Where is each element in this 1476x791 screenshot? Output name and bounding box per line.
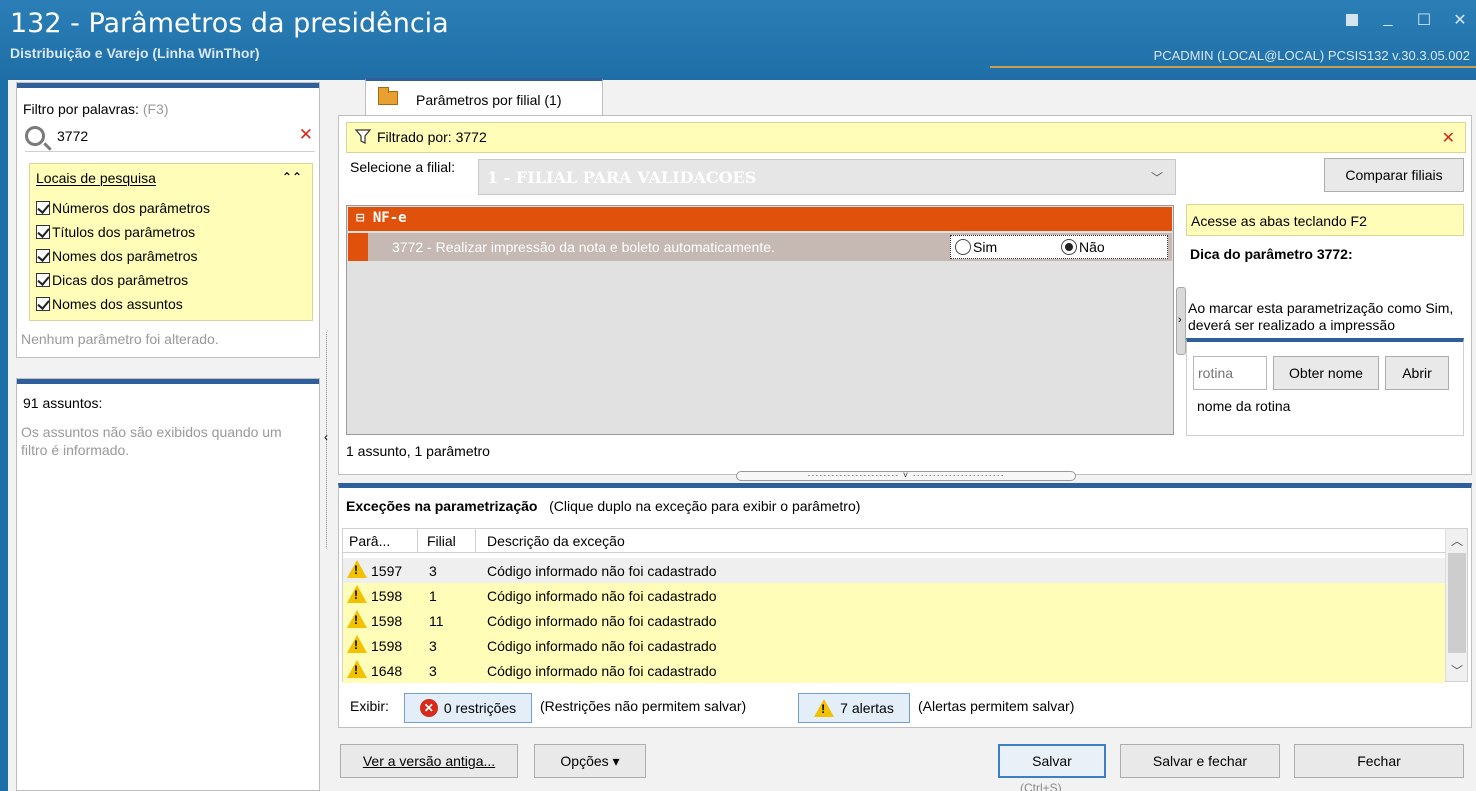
change-status: Nenhum parâmetro foi alterado. [21,331,219,347]
filter-shortcut: (F3) [142,101,169,117]
filial-value: 1 - FILIAL PARA VALIDACOES [487,168,757,187]
alertas-button[interactable]: ! 7 alertas [798,693,910,723]
filter-label: Filtro por palavras: [23,101,139,117]
table-row[interactable]: ! 1597 3 Código informado não foi cadast… [343,558,1445,583]
rotina-name: nome da rotina [1197,398,1291,414]
radio-nao[interactable]: Não [1061,239,1105,255]
versao-antiga-button[interactable]: Ver a versão antiga... [340,744,518,778]
exibir-label: Exibir: [350,698,389,714]
window-controls: _ ☐ ✕ [1344,10,1468,31]
parameter-text: 3772 - Realizar impressão da nota e bole… [392,239,775,255]
user-info: PCADMIN (LOCAL@LOCAL) PCSIS132 v.30.3.05… [1153,48,1470,63]
search-icon [25,126,45,146]
tip-text: Ao marcar esta parametrização como Sim, … [1188,300,1454,333]
exceptions-title: Exceções na parametrização [346,498,538,514]
checkbox-nomes[interactable]: Nomes dos parâmetros [36,248,198,264]
clear-filter-icon[interactable]: ✕ [1442,128,1455,148]
tip-hint-box: Acesse as abas teclando F2 [1186,204,1464,236]
rotina-box: Obter nome Abrir nome da rotina [1186,338,1464,436]
error-icon: ✕ [419,699,438,717]
column-param[interactable]: Parâ... [349,533,390,549]
restore-icon[interactable] [1344,10,1360,31]
search-row: ✕ [25,123,315,149]
alertas-note: (Alertas permitem salvar) [918,698,1075,714]
clear-search-icon[interactable]: ✕ [299,125,313,145]
salvar-button[interactable]: Salvar [998,744,1106,778]
obter-nome-button[interactable]: Obter nome [1273,356,1379,390]
filial-select[interactable]: 1 - FILIAL PARA VALIDACOES ﹀ [478,159,1176,195]
checkbox-icon [36,225,50,239]
minimize-icon[interactable]: _ [1380,10,1396,31]
chevron-down-icon: ﹀ [1150,171,1163,185]
scroll-up-icon[interactable]: ︿ [1451,532,1463,549]
exceptions-subtitle: (Clique duplo na exceção para exibir o p… [549,498,861,514]
left-edge [0,80,8,791]
group-header-nfe[interactable]: ⊟ NF-e [348,207,1172,231]
collapse-group-icon[interactable]: ⊟ [356,210,364,226]
abrir-button[interactable]: Abrir [1385,356,1449,390]
scroll-down-icon[interactable]: ﹀ [1451,662,1463,679]
subjects-count: 91 assuntos: [23,395,103,411]
checkbox-icon [36,297,50,311]
filter-panel: Filtro por palavras: (F3) ✕ Locais de pe… [16,82,320,358]
folder-icon [378,87,398,105]
group-name: NF-e [372,210,407,226]
subjects-message: Os assuntos não são exibidos quando um f… [21,424,282,458]
subjects-panel: 91 assuntos: Os assuntos não são exibido… [16,378,320,791]
rotina-input[interactable] [1193,356,1267,390]
tip-title: Dica do parâmetro 3772: [1190,246,1353,262]
exceptions-table: Parâ... Filial Descrição da exceção ! 15… [342,528,1468,683]
funnel-icon [355,129,371,144]
radio-selected-icon [1061,239,1077,255]
checkbox-icon [36,273,50,287]
column-descricao[interactable]: Descrição da exceção [487,533,625,549]
window-subtitle: Distribuição e Varejo (Linha WinThor) [10,45,260,61]
checkbox-dicas[interactable]: Dicas dos parâmetros [36,272,188,288]
table-row[interactable]: ! 1648 3 Código informado não foi cadast… [343,658,1445,683]
close-icon[interactable]: ✕ [1452,10,1468,31]
window-title: 132 - Parâmetros da presidência [10,8,449,39]
panel-splitter[interactable]: ‹ [322,330,334,550]
radio-icon [955,239,971,255]
count-status: 1 assunto, 1 parâmetro [346,443,490,459]
salvar-shortcut: (Ctrl+S) [1020,781,1062,791]
search-input[interactable] [55,127,285,145]
filter-text: Filtrado por: 3772 [377,129,487,145]
table-row[interactable]: ! 1598 3 Código informado não foi cadast… [343,633,1445,658]
warning-icon: ! [814,699,835,717]
parameter-options: Sim Não [950,235,1168,259]
collapse-left-icon[interactable]: ‹ [324,430,328,444]
checkbox-assuntos[interactable]: Nomes dos assuntos [36,296,183,312]
table-header: Parâ... Filial Descrição da exceção [343,529,1445,553]
filter-bar: Filtrado por: 3772 ✕ [346,122,1466,153]
table-scrollbar[interactable]: ︿ ﹀ [1445,529,1467,681]
tab-parametros-por-filial[interactable]: Parâmetros por filial (1) [365,78,603,116]
restricoes-button[interactable]: ✕ 0 restrições [404,693,532,723]
salvar-fechar-button[interactable]: Salvar e fechar [1120,744,1280,778]
scroll-thumb[interactable] [1448,553,1466,653]
table-row[interactable]: ! 1598 1 Código informado não foi cadast… [343,583,1445,608]
compare-filiais-button[interactable]: Comparar filiais [1324,158,1464,192]
checkbox-icon [36,201,50,215]
fechar-button[interactable]: Fechar [1294,744,1464,778]
collapse-icon[interactable]: ⌃⌃ [282,170,302,184]
search-locations-title[interactable]: Locais de pesquisa [36,170,156,186]
opcoes-button[interactable]: Opções ▾ [534,744,646,778]
checkbox-titulos[interactable]: Títulos dos parâmetros [36,224,195,240]
filial-label: Selecione a filial: [350,159,456,175]
checkbox-icon [36,249,50,263]
tip-panel-handle[interactable]: › [1176,287,1186,355]
checkbox-numeros[interactable]: Números dos parâmetros [36,200,210,216]
radio-sim[interactable]: Sim [955,239,997,255]
restricoes-note: (Restrições não permitem salvar) [540,698,747,714]
search-locations-box: Locais de pesquisa ⌃⌃ Números dos parâme… [29,163,313,321]
maximize-icon[interactable]: ☐ [1416,10,1432,31]
table-row[interactable]: ! 1598 11 Código informado não foi cadas… [343,608,1445,633]
expand-right-icon: › [1178,314,1182,326]
title-accent-line [990,66,1476,68]
vertical-splitter[interactable]: ······················· ˅ ··············… [736,471,1076,481]
title-bar: 132 - Parâmetros da presidência Distribu… [0,0,1476,80]
column-filial[interactable]: Filial [427,533,456,549]
